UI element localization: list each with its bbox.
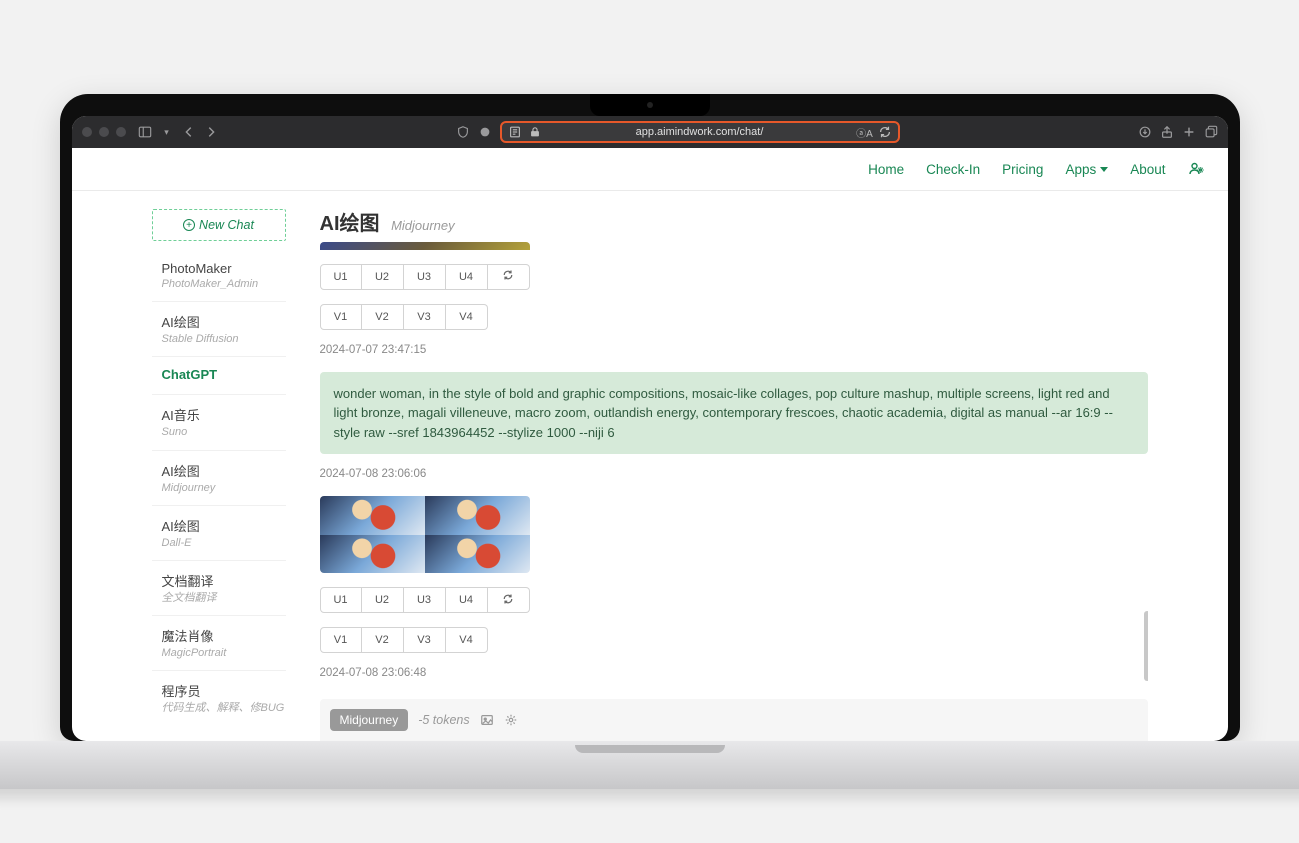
model-badge[interactable]: Midjourney [330,709,409,731]
nav-apps[interactable]: Apps [1065,162,1108,177]
extensions-icon[interactable] [478,125,492,139]
v4-button[interactable]: V4 [446,304,488,330]
url-bar[interactable]: app.aimindwork.com/chat/ ⓐA [500,121,900,143]
u2-button[interactable]: U2 [362,264,404,290]
sidebar-item-chatgpt[interactable]: ChatGPT [152,357,286,395]
generated-image-partial[interactable] [320,242,530,250]
plus-icon: + [183,219,195,231]
v1-button[interactable]: V1 [320,304,362,330]
sidebar-item-sd[interactable]: AI绘图 Stable Diffusion [152,302,286,357]
token-cost: -5 tokens [418,713,469,727]
v4-button-2[interactable]: V4 [446,627,488,653]
scrollbar-thumb[interactable] [1144,611,1148,681]
new-chat-button[interactable]: + New Chat [152,209,286,241]
share-icon[interactable] [1160,125,1174,139]
laptop-base [0,741,1299,789]
nav-home[interactable]: Home [868,162,904,177]
reroll-button[interactable] [488,264,530,290]
back-icon[interactable] [182,125,196,139]
v3-button-2[interactable]: V3 [404,627,446,653]
u3-button[interactable]: U3 [404,264,446,290]
v3-button[interactable]: V3 [404,304,446,330]
timestamp-3: 2024-07-08 23:06:48 [320,667,1148,679]
sidebar-toggle-icon[interactable] [138,125,152,139]
site-nav: Home Check-In Pricing Apps About [72,148,1228,191]
v1-button-2[interactable]: V1 [320,627,362,653]
nav-pricing[interactable]: Pricing [1002,162,1043,177]
tabs-icon[interactable] [1204,125,1218,139]
u1-button[interactable]: U1 [320,264,362,290]
laptop-notch [590,94,710,116]
nav-checkin[interactable]: Check-In [926,162,980,177]
upscale-row-2: U1 U2 U3 U4 [320,587,1148,613]
variation-row-2: V1 V2 V3 V4 [320,627,1148,653]
generated-image-grid[interactable] [320,496,530,573]
reload-icon[interactable] [878,125,892,139]
reader-icon[interactable] [508,125,522,139]
image-icon[interactable] [480,713,494,727]
user-icon[interactable] [1188,161,1204,177]
u2-button-2[interactable]: U2 [362,587,404,613]
timestamp-1: 2024-07-07 23:47:15 [320,344,1148,356]
prompt-message: wonder woman, in the style of bold and g… [320,372,1148,455]
u1-button-2[interactable]: U1 [320,587,362,613]
sidebar-item-suno[interactable]: AI音乐 Suno [152,395,286,450]
window-controls[interactable] [82,127,126,137]
sidebar-item-photomaker[interactable]: PhotoMaker PhotoMaker_Admin [152,251,286,302]
sidebar-item-midjourney[interactable]: AI绘图 Midjourney [152,451,286,506]
nav-about[interactable]: About [1130,162,1165,177]
sidebar-item-programmer[interactable]: 程序员 代码生成、解释、修BUG [152,671,286,725]
forward-icon[interactable] [204,125,218,139]
timestamp-2: 2024-07-08 23:06:06 [320,468,1148,480]
u4-button-2[interactable]: U4 [446,587,488,613]
chevron-down-icon[interactable]: ▾ [160,125,174,139]
composer[interactable]: Midjourney -5 tokens [320,699,1148,741]
u4-button[interactable]: U4 [446,264,488,290]
gear-icon[interactable] [504,713,518,727]
lock-icon [528,125,542,139]
sidebar-item-dalle[interactable]: AI绘图 Dall-E [152,506,286,561]
reroll-button-2[interactable] [488,587,530,613]
sidebar-item-magicportrait[interactable]: 魔法肖像 MagicPortrait [152,616,286,671]
sidebar-item-doctranslate[interactable]: 文档翻译 全文档翻译 [152,561,286,616]
v2-button[interactable]: V2 [362,304,404,330]
privacy-icon[interactable] [456,125,470,139]
v2-button-2[interactable]: V2 [362,627,404,653]
downloads-icon[interactable] [1138,125,1152,139]
translate-icon[interactable]: ⓐA [858,125,872,139]
page-title: AI绘图 Midjourney [320,207,1148,236]
variation-row-1: V1 V2 V3 V4 [320,304,1148,330]
upscale-row-1: U1 U2 U3 U4 [320,264,1148,290]
u3-button-2[interactable]: U3 [404,587,446,613]
browser-toolbar: ▾ [72,116,1228,148]
new-chat-label: New Chat [199,218,254,232]
sidebar: + New Chat PhotoMaker PhotoMaker_Admin A… [152,191,292,741]
chat-main: AI绘图 Midjourney U1 U2 U3 U4 [292,191,1148,741]
url-text: app.aimindwork.com/chat/ [548,126,852,138]
new-tab-icon[interactable] [1182,125,1196,139]
